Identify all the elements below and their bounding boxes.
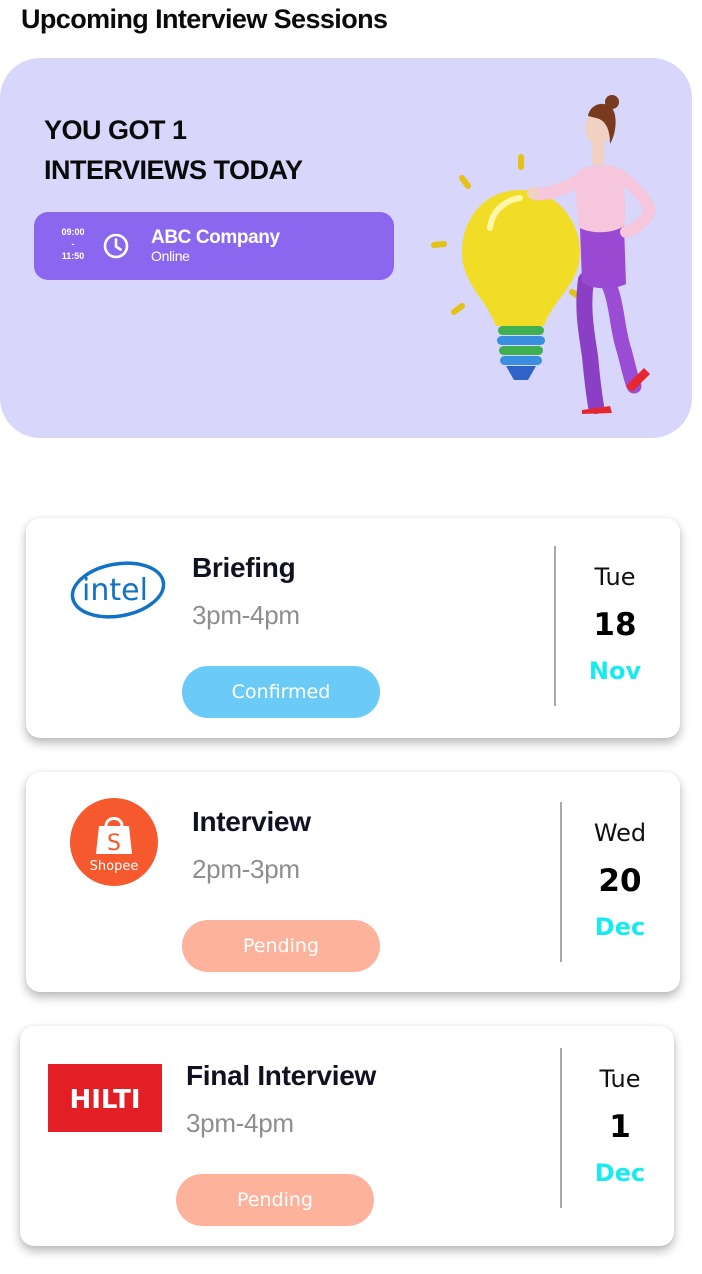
- interview-time: 3pm-4pm: [192, 600, 300, 630]
- headline-line-2: INTERVIEWS TODAY: [44, 155, 303, 185]
- lightbulb-woman-illustration: [431, 95, 657, 414]
- interview-card[interactable]: S Shopee Interview 2pm-3pm Pending Wed 2…: [26, 772, 680, 992]
- date-month: Dec: [594, 913, 646, 941]
- interview-date: Tue 1 Dec: [565, 1056, 675, 1194]
- date-weekday: Wed: [593, 819, 647, 847]
- card-divider: [560, 1048, 562, 1208]
- interview-card[interactable]: HILTI Final Interview 3pm-4pm Pending Tu…: [20, 1026, 674, 1246]
- today-start-time: 09:00: [61, 227, 85, 237]
- svg-text:S: S: [107, 831, 121, 856]
- date-day: 20: [598, 863, 642, 899]
- interview-time: 2pm-3pm: [192, 854, 300, 884]
- intel-logo: intel: [70, 561, 166, 619]
- svg-text:HILTI: HILTI: [69, 1085, 140, 1115]
- page-title: Upcoming Interview Sessions: [21, 4, 388, 34]
- date-month: Dec: [594, 1159, 646, 1187]
- today-interview-item[interactable]: 09:00 - 11:50 ABC Company Online: [34, 212, 394, 280]
- hilti-logo: HILTI: [48, 1064, 162, 1132]
- status-badge[interactable]: Pending: [176, 1174, 374, 1226]
- today-banner: YOU GOT 1 INTERVIEWS TODAY 09:00 - 11:50…: [0, 58, 692, 438]
- svg-text:Shopee: Shopee: [90, 859, 139, 874]
- today-time-range: 09:00 - 11:50: [56, 226, 90, 262]
- clock-icon: [103, 233, 129, 259]
- interview-card[interactable]: intel Briefing 3pm-4pm Confirmed Tue 18 …: [26, 518, 680, 738]
- card-divider: [560, 802, 562, 962]
- today-mode: Online: [151, 248, 190, 264]
- interview-time: 3pm-4pm: [186, 1108, 294, 1138]
- date-weekday: Tue: [594, 563, 636, 591]
- shopee-logo: S Shopee: [70, 798, 158, 886]
- svg-text:intel: intel: [82, 573, 148, 608]
- date-day: 18: [593, 607, 637, 643]
- status-badge[interactable]: Confirmed: [182, 666, 380, 718]
- interview-date: Wed 20 Dec: [565, 810, 675, 948]
- today-end-time: 11:50: [61, 251, 85, 261]
- today-time-separator: -: [71, 239, 75, 249]
- interview-title: Briefing: [192, 552, 296, 583]
- interview-title: Final Interview: [186, 1060, 376, 1091]
- date-day: 1: [609, 1109, 631, 1145]
- date-weekday: Tue: [599, 1065, 641, 1093]
- card-divider: [554, 546, 556, 706]
- today-headline: YOU GOT 1 INTERVIEWS TODAY: [44, 110, 303, 190]
- date-month: Nov: [588, 657, 642, 685]
- interview-title: Interview: [192, 806, 311, 837]
- status-badge[interactable]: Pending: [182, 920, 380, 972]
- today-company: ABC Company: [151, 227, 280, 248]
- headline-line-1: YOU GOT 1: [44, 115, 187, 145]
- interview-date: Tue 18 Nov: [560, 554, 670, 692]
